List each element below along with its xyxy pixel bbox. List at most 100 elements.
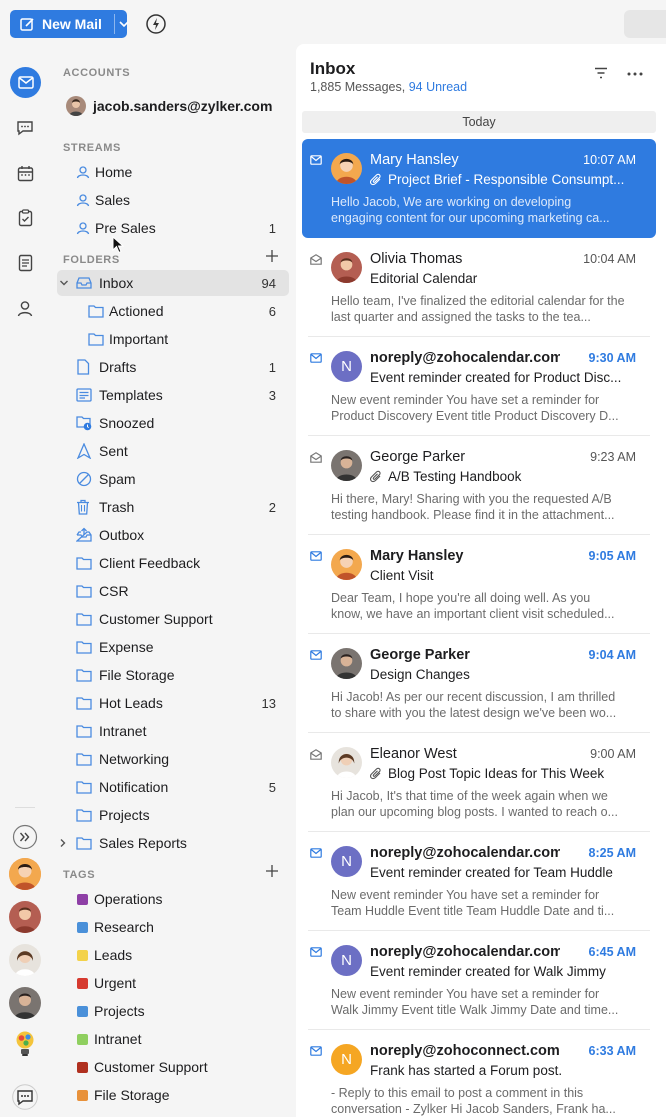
filter-icon[interactable] (594, 67, 608, 79)
read-mail-icon[interactable] (310, 452, 322, 463)
message-row[interactable]: George Parker 9:04 AM Design Changes Hi Jac… (302, 634, 656, 733)
contacts-app-button[interactable] (10, 293, 40, 323)
unread-mail-icon[interactable] (310, 1046, 322, 1056)
stream-item[interactable]: Pre Sales 1 (57, 215, 289, 241)
message-time: 9:00 AM (590, 747, 636, 761)
folder-item[interactable]: Sales Reports (57, 830, 289, 856)
message-row[interactable]: Nnoreply@zohocalendar.com 9:30 AM Event re… (302, 337, 656, 436)
folder-item[interactable]: Snoozed (57, 410, 289, 436)
tasks-app-button[interactable] (10, 203, 40, 233)
unread-filter-link[interactable]: 94 Unread (409, 80, 467, 94)
message-subject: Event reminder created for Product Disc.… (370, 370, 630, 385)
folder-item[interactable]: File Storage (57, 662, 289, 688)
folder-item[interactable]: Outbox (57, 522, 289, 548)
avatar[interactable] (9, 901, 41, 933)
folder-label: Customer Support (99, 611, 213, 627)
unread-mail-icon[interactable] (310, 947, 322, 957)
add-folder-button[interactable] (265, 249, 279, 263)
folder-pane: ACCOUNTS jacob.sanders@zylker.com STREAM… (52, 48, 296, 1117)
chevron-right-icon[interactable] (59, 838, 67, 848)
folder-item[interactable]: Networking (57, 746, 289, 772)
folder-icon (88, 332, 104, 346)
read-mail-icon[interactable] (310, 254, 322, 265)
message-time: 9:23 AM (590, 450, 636, 464)
folder-item[interactable]: Intranet (57, 718, 289, 744)
folder-item[interactable]: CSR (57, 578, 289, 604)
tag-item[interactable]: Urgent (57, 970, 289, 996)
new-mail-button[interactable]: New Mail (10, 10, 130, 38)
more-options-icon[interactable] (627, 72, 643, 76)
folder-item[interactable]: Drafts 1 (57, 354, 289, 380)
tag-item[interactable]: Projects (57, 998, 289, 1024)
tag-item[interactable]: File Storage (57, 1082, 289, 1108)
message-row[interactable]: Mary Hansley 10:07 AM Project Brief - Resp… (302, 139, 656, 238)
folder-item[interactable]: Notification 5 (57, 774, 289, 800)
folder-label: Important (109, 331, 169, 347)
folder-item[interactable]: Client Feedback (57, 550, 289, 576)
message-row[interactable]: Nnoreply@zohocalendar.com 8:25 AM Event re… (302, 832, 656, 931)
stream-item[interactable]: Home (57, 159, 289, 185)
tag-item[interactable]: Research (57, 914, 289, 940)
contacts-icon (17, 300, 33, 316)
search-bar[interactable] (624, 10, 666, 38)
folder-item[interactable]: Trash 2 (57, 494, 289, 520)
avatar[interactable] (9, 858, 41, 890)
message-preview: Hi there, Mary! Sharing with you the req… (331, 492, 615, 522)
avatar[interactable] (9, 987, 41, 1019)
account-row[interactable]: jacob.sanders@zylker.com (57, 93, 289, 119)
message-row[interactable]: Mary Hansley 9:05 AM Client Visit Dear Team… (302, 535, 656, 634)
unread-mail-icon[interactable] (310, 551, 322, 561)
message-preview: New event reminder You have set a remind… (331, 393, 619, 423)
message-row[interactable]: George Parker 9:23 AM A/B Testing Handbook… (302, 436, 656, 535)
folder-count: 2 (268, 499, 276, 515)
expand-rail-button[interactable] (10, 822, 40, 852)
message-row[interactable]: Olivia Thomas 10:04 AM Editorial Calendar H… (302, 238, 656, 337)
read-mail-icon[interactable] (310, 155, 322, 165)
message-subject: Client Visit (370, 568, 630, 583)
message-subject-text: Blog Post Topic Ideas for This Week (388, 766, 605, 781)
tag-item[interactable]: Leads (57, 942, 289, 968)
mail-app-button[interactable] (10, 67, 41, 98)
avatar[interactable] (9, 944, 41, 976)
folder-item[interactable]: Expense (57, 634, 289, 660)
folder-item[interactable]: Projects (57, 802, 289, 828)
tag-item[interactable]: Intranet (57, 1026, 289, 1052)
message-row[interactable]: Nnoreply@zohoconnect.com 6:33 AM Frank has… (302, 1030, 656, 1117)
folder-item[interactable]: Customer Support (57, 606, 289, 632)
folder-item[interactable]: Sent (57, 438, 289, 464)
message-row[interactable]: Eleanor West 9:00 AM Blog Post Topic Ideas… (302, 733, 656, 832)
folder-item[interactable]: Inbox 94 (57, 270, 289, 296)
folder-label: Drafts (99, 359, 137, 375)
tag-item[interactable]: Operations (57, 886, 289, 912)
sender-name: Olivia Thomas (370, 251, 463, 267)
stream-icon (76, 193, 90, 207)
feedback-button[interactable] (10, 1082, 40, 1112)
chevron-down-icon[interactable] (118, 20, 130, 28)
sender-name: Eleanor West (370, 746, 457, 762)
unread-mail-icon[interactable] (310, 848, 322, 858)
chevron-down-icon[interactable] (59, 279, 69, 287)
folder-item[interactable]: Templates 3 (57, 382, 289, 408)
read-mail-icon[interactable] (310, 749, 322, 760)
unread-mail-icon[interactable] (310, 650, 322, 660)
stream-item[interactable]: Sales (57, 187, 289, 213)
tag-label: Research (94, 919, 154, 935)
message-preview: - Reply to this email to post a comment … (331, 1086, 616, 1116)
top-toolbar: New Mail (0, 0, 666, 48)
sender-avatar (331, 648, 362, 679)
folder-item[interactable]: Spam (57, 466, 289, 492)
folder-item[interactable]: Hot Leads 13 (57, 690, 289, 716)
bulb-icon[interactable] (12, 1028, 38, 1060)
add-tag-button[interactable] (265, 864, 279, 878)
message-row[interactable]: Nnoreply@zohocalendar.com 6:45 AM Event re… (302, 931, 656, 1030)
streams-header: STREAMS (63, 142, 121, 154)
unread-mail-icon[interactable] (310, 353, 322, 363)
folder-item[interactable]: Actioned 6 (57, 298, 289, 324)
tag-item[interactable]: Customer Support (57, 1054, 289, 1080)
calendar-app-button[interactable] (10, 158, 40, 188)
bolt-icon[interactable] (145, 13, 167, 35)
notes-app-button[interactable] (10, 248, 40, 278)
chat-app-button[interactable] (10, 113, 40, 143)
folder-count: 13 (261, 695, 276, 711)
folder-item[interactable]: Important (57, 326, 289, 352)
